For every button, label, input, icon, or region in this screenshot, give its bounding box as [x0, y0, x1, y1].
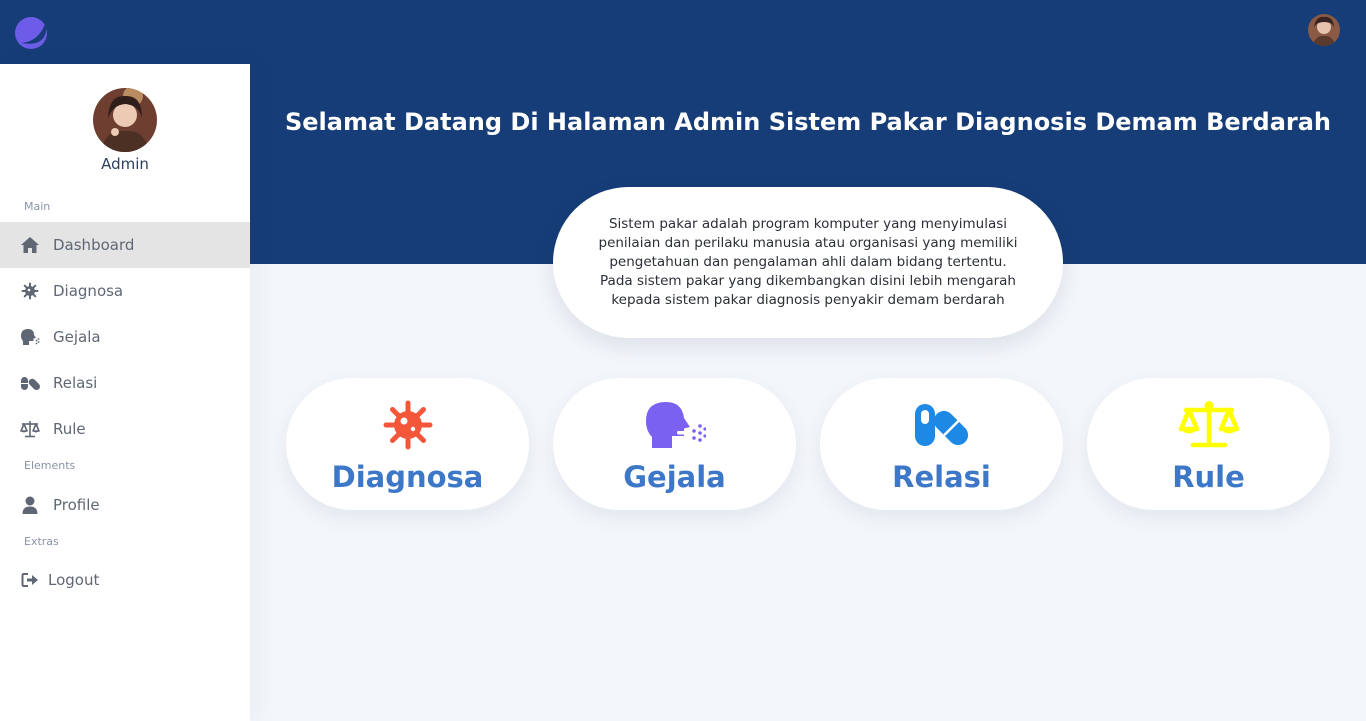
sidebar-item-label: Logout: [48, 571, 100, 589]
head-side-cough-icon: [645, 402, 706, 448]
home-icon: [20, 235, 40, 255]
info-line: Pada sistem pakar yang dikembangkan disi…: [600, 273, 1016, 289]
tile-relasi[interactable]: Relasi: [820, 378, 1063, 510]
tile-label: Gejala: [623, 460, 726, 494]
sidebar-item-rule[interactable]: Rule: [0, 406, 250, 452]
sidebar-item-label: Relasi: [53, 374, 98, 392]
profile-avatar-photo: [93, 88, 157, 152]
pills-icon: [20, 373, 40, 393]
section-label-elements: Elements: [24, 459, 76, 472]
tile-rule[interactable]: Rule: [1087, 378, 1330, 510]
tile-gejala[interactable]: Gejala: [553, 378, 796, 510]
sidebar-item-label: Rule: [53, 420, 86, 438]
user-avatar-photo[interactable]: [1308, 14, 1340, 46]
sidebar-item-label: Diagnosa: [53, 282, 124, 300]
user-icon: [20, 495, 40, 515]
info-line: Sistem pakar adalah program komputer yan…: [608, 216, 1008, 232]
profile-name: Admin: [101, 155, 149, 173]
pills-icon: [914, 404, 968, 446]
virus-icon: [383, 400, 432, 450]
head-side-cough-icon: [20, 327, 40, 347]
virus-icon: [20, 281, 40, 301]
sidebar-item-label: Dashboard: [53, 236, 135, 254]
info-line: pengetahuan dan pengalaman ahli dalam bi…: [609, 254, 1007, 270]
sidebar-item-diagnosa[interactable]: Diagnosa: [0, 268, 250, 314]
sign-out-icon: [20, 570, 40, 590]
sidebar-item-gejala[interactable]: Gejala: [0, 314, 250, 360]
crescent-logo-icon[interactable]: [14, 15, 50, 49]
tile-label: Rule: [1172, 460, 1245, 494]
sidebar-item-dashboard[interactable]: Dashboard: [0, 222, 250, 268]
section-label-main: Main: [24, 200, 51, 213]
tile-label: Diagnosa: [331, 460, 484, 494]
tile-diagnosa[interactable]: Diagnosa: [286, 378, 529, 510]
info-line: kepada sistem pakar diagnosis penyakir d…: [611, 292, 1005, 308]
tile-label: Relasi: [892, 460, 991, 494]
sidebar-item-label: Profile: [53, 496, 100, 514]
balance-scale-icon: [20, 419, 40, 439]
sidebar-item-relasi[interactable]: Relasi: [0, 360, 250, 406]
brand-bar: [0, 0, 250, 64]
sidebar-item-label: Gejala: [53, 328, 101, 346]
section-label-extras: Extras: [24, 535, 59, 548]
sidebar-item-profile[interactable]: Profile: [0, 482, 250, 528]
info-card: Sistem pakar adalah program komputer yan…: [553, 187, 1063, 338]
info-line: penilaian dan perilaku manusia atau orga…: [598, 235, 1018, 251]
page-title: Selamat Datang Di Halaman Admin Sistem P…: [284, 108, 1331, 136]
balance-scale-icon: [1178, 401, 1239, 448]
sidebar-item-logout[interactable]: Logout: [0, 557, 250, 603]
sidebar: Admin Main Dashboard Diagnosa Gejala Rel…: [0, 64, 250, 721]
info-text: Sistem pakar adalah program komputer yan…: [599, 215, 1018, 310]
